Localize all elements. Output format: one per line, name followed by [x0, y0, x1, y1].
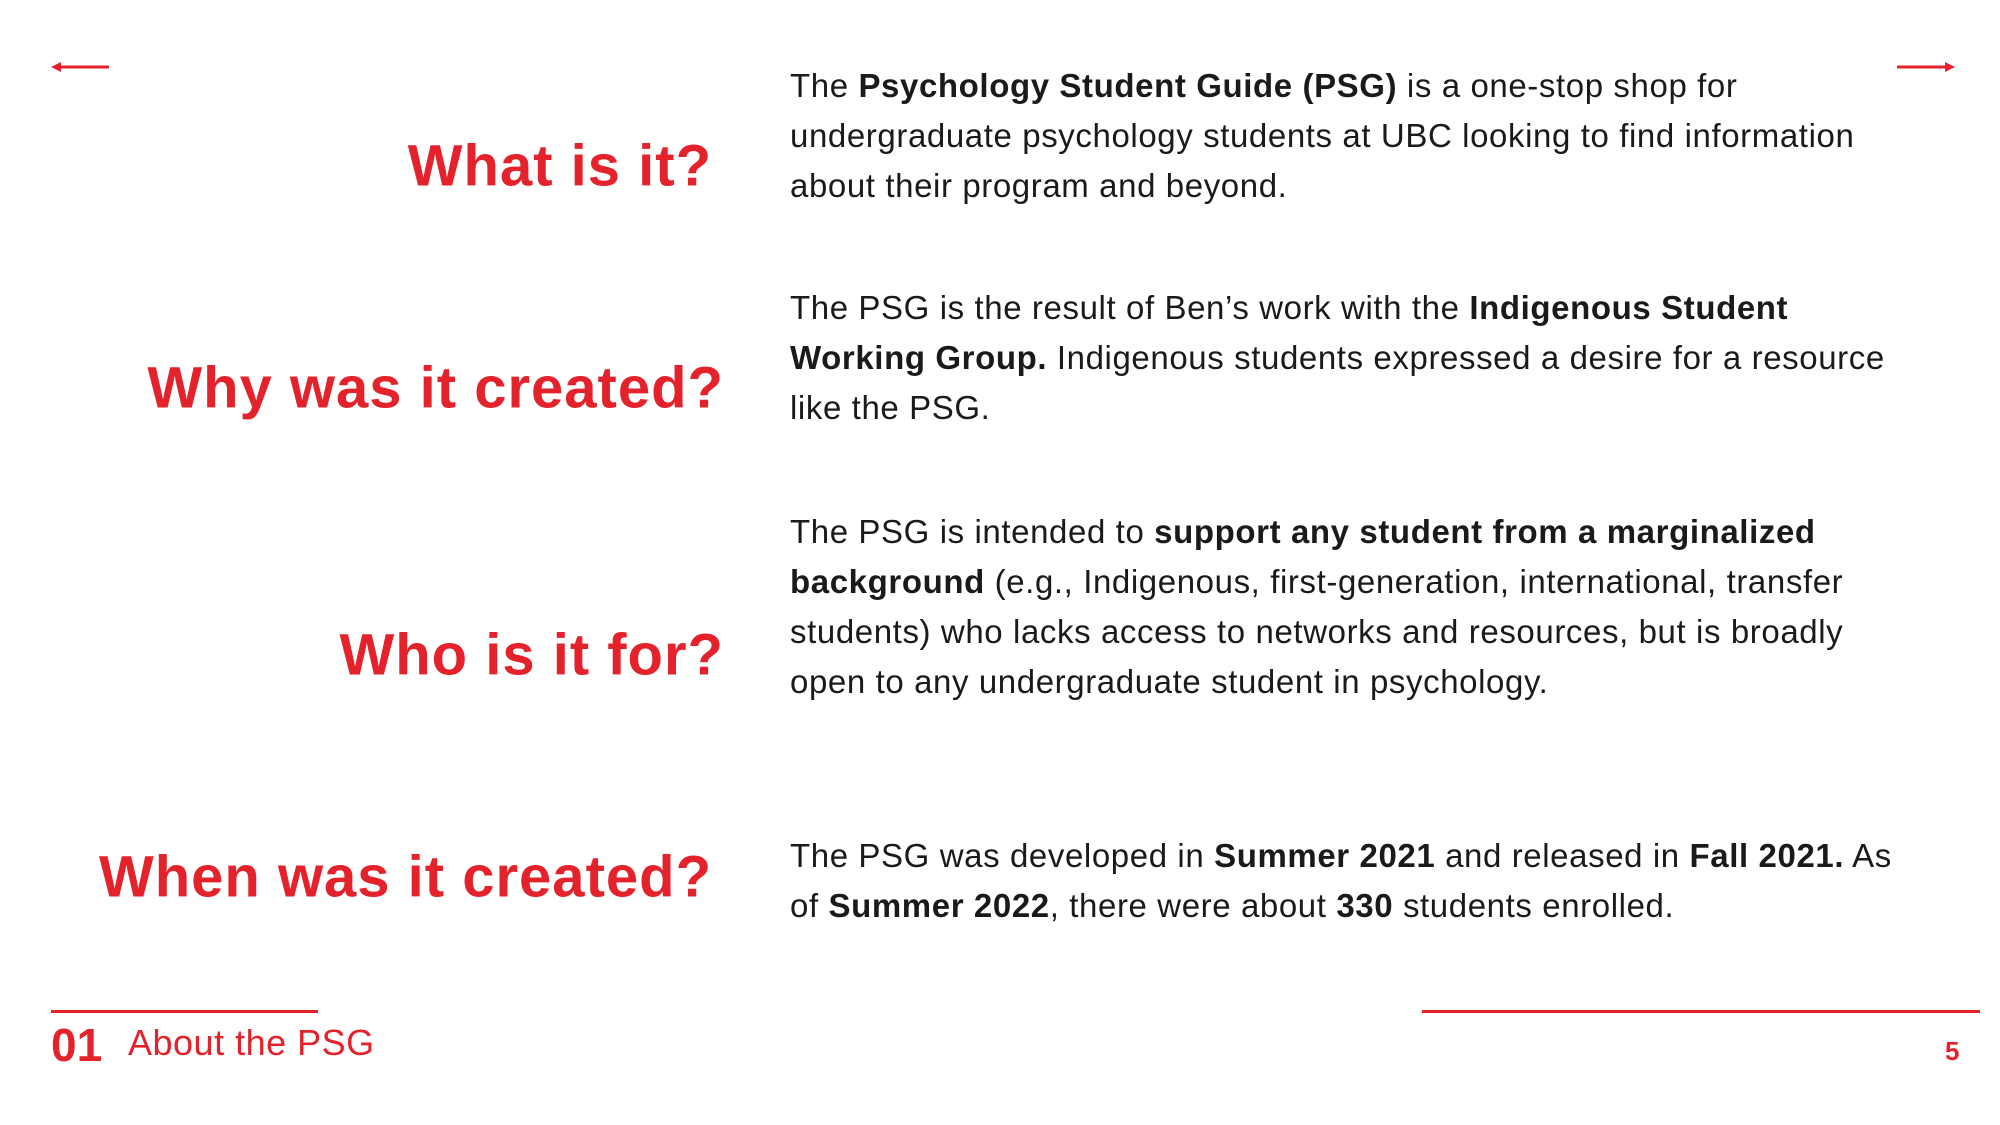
answer-paragraph: The PSG is intended to support any stude…: [790, 507, 1900, 707]
emphasis-text: Psychology Student Guide (PSG): [858, 67, 1398, 104]
emphasis-text: Summer 2022: [828, 887, 1050, 924]
answer-paragraph: The Psychology Student Guide (PSG) is a …: [790, 61, 1900, 211]
footer-divider-right: [1422, 1010, 1980, 1013]
page-number: 5: [1945, 1036, 1960, 1066]
question-heading: What is it?: [407, 133, 712, 199]
body-text: The PSG was developed in: [790, 837, 1215, 874]
arrow-right-icon[interactable]: [1897, 60, 1955, 74]
question-heading: When was it created?: [98, 844, 712, 910]
arrow-left-icon[interactable]: [51, 60, 109, 74]
footer-divider-left: [51, 1010, 318, 1013]
body-text: The: [790, 67, 859, 104]
question-heading: Who is it for?: [339, 622, 724, 688]
emphasis-text: Fall 2021.: [1689, 837, 1845, 874]
body-text: The PSG is intended to: [790, 513, 1155, 550]
body-text: The PSG is the result of Ben’s work with…: [790, 289, 1470, 326]
emphasis-text: 330: [1336, 887, 1394, 924]
answer-paragraph: The PSG is the result of Ben’s work with…: [790, 283, 1900, 433]
question-heading: Why was it created?: [147, 355, 724, 421]
emphasis-text: Summer 2021: [1214, 837, 1436, 874]
body-text: and released in: [1435, 837, 1690, 874]
section-number: 01: [51, 1019, 103, 1071]
body-text: , there were about: [1049, 887, 1337, 924]
body-text: students enrolled.: [1393, 887, 1675, 924]
answer-paragraph: The PSG was developed in Summer 2021 and…: [790, 831, 1900, 931]
section-title: About the PSG: [128, 1022, 375, 1063]
